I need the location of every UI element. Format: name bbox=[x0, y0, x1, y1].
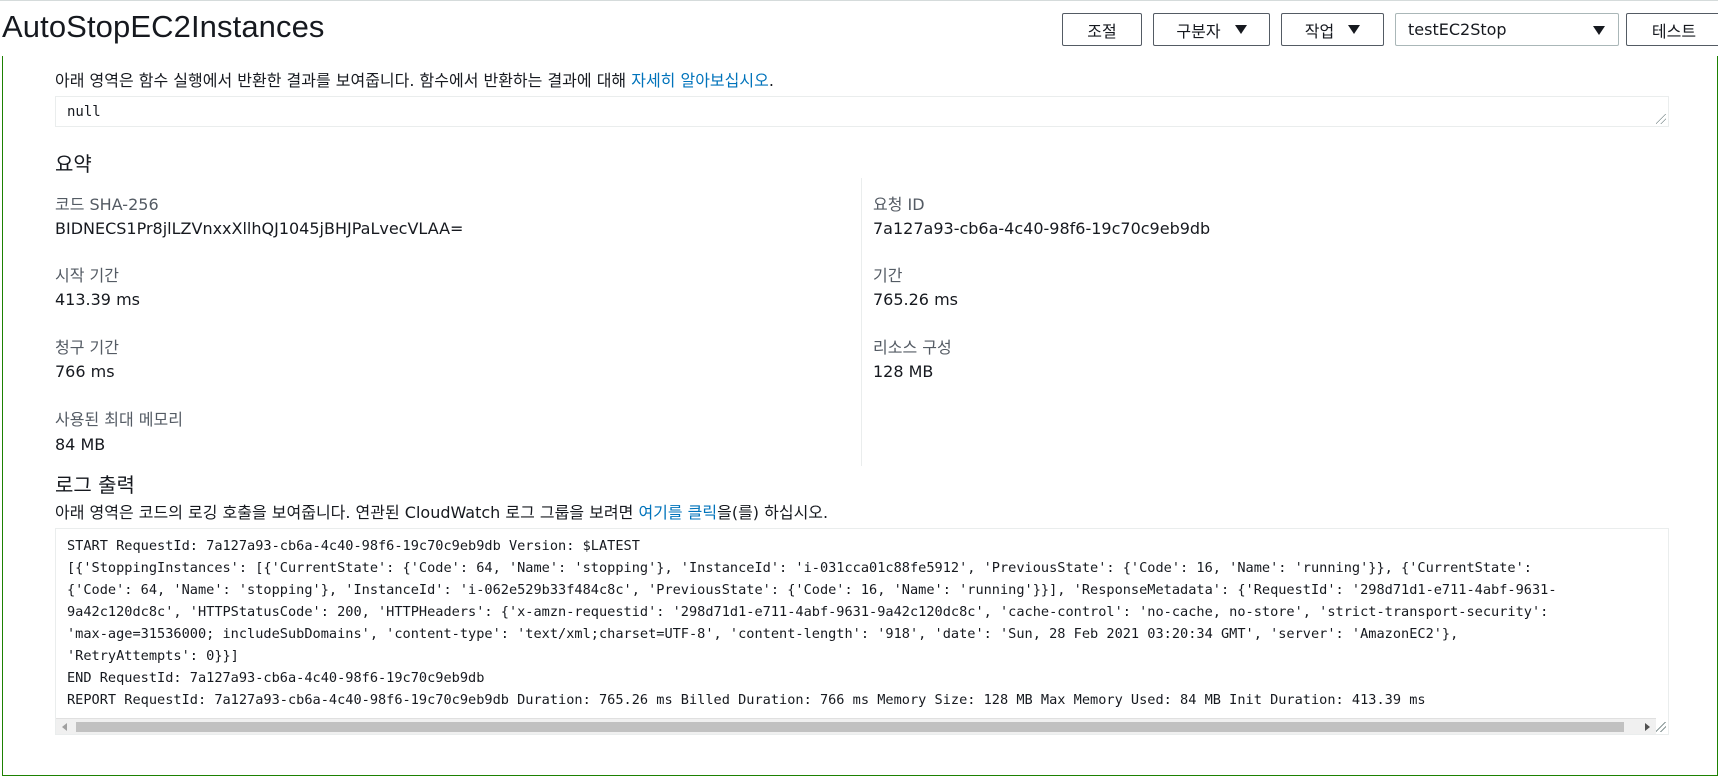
init-duration-label: 시작 기간 bbox=[55, 266, 119, 285]
throttle-button-label: 조절 bbox=[1087, 21, 1117, 41]
log-line: REPORT RequestId: 7a127a93-cb6a-4c40-98f… bbox=[67, 692, 1426, 708]
resize-handle-icon[interactable] bbox=[1656, 114, 1666, 124]
result-output-box[interactable]: null bbox=[55, 96, 1669, 127]
log-line: {'Code': 64, 'Name': 'stopping'}, 'Insta… bbox=[67, 582, 1557, 598]
log-lines: START RequestId: 7a127a93-cb6a-4c40-98f6… bbox=[67, 535, 1657, 711]
log-line: END RequestId: 7a127a93-cb6a-4c40-98f6-1… bbox=[67, 670, 485, 686]
init-duration-value: 413.39 ms bbox=[55, 290, 140, 309]
actions-button-label: 작업 bbox=[1304, 21, 1335, 41]
qualifier-button-label: 구분자 bbox=[1176, 21, 1221, 41]
caret-down-icon bbox=[1348, 25, 1361, 34]
billed-duration-value: 766 ms bbox=[55, 362, 115, 381]
log-line: [{'StoppingInstances': [{'CurrentState':… bbox=[67, 560, 1532, 576]
log-output-title: 로그 출력 bbox=[55, 473, 135, 497]
caret-down-icon bbox=[1593, 26, 1605, 35]
actions-dropdown-button[interactable]: 작업 bbox=[1281, 13, 1384, 46]
test-event-select[interactable]: testEC2Stop bbox=[1395, 13, 1619, 46]
test-button-label: 테스트 bbox=[1651, 21, 1697, 41]
billed-duration-label: 청구 기간 bbox=[55, 338, 119, 357]
function-header: AutoStopEC2Instances 조절 구분자 작업 testEC2St… bbox=[0, 0, 1718, 56]
log-line: 'RetryAttempts': 0}}] bbox=[67, 648, 239, 664]
log-description-text: 아래 영역은 코드의 로깅 호출을 보여줍니다. 연관된 CloudWatch … bbox=[55, 503, 639, 522]
result-description-text: 아래 영역은 함수 실행에서 반환한 결과를 보여줍니다. 함수에서 반환하는 … bbox=[55, 71, 632, 90]
log-description: 아래 영역은 코드의 로깅 호출을 보여줍니다. 연관된 CloudWatch … bbox=[55, 499, 828, 523]
scrollbar-thumb[interactable] bbox=[76, 722, 1624, 732]
throttle-button[interactable]: 조절 bbox=[1062, 13, 1142, 46]
log-line: 9a42c120dc8c', 'HTTPStatusCode': 200, 'H… bbox=[67, 604, 1549, 620]
summary-title: 요약 bbox=[55, 152, 92, 176]
log-output-box[interactable]: START RequestId: 7a127a93-cb6a-4c40-98f6… bbox=[55, 528, 1669, 735]
result-description-suffix: . bbox=[768, 71, 774, 90]
max-memory-label: 사용된 최대 메모리 bbox=[55, 410, 183, 429]
cloudwatch-link[interactable]: 여기를 클릭 bbox=[638, 503, 717, 522]
request-id-label: 요청 ID bbox=[873, 195, 925, 214]
horizontal-scrollbar[interactable] bbox=[56, 718, 1656, 734]
test-button[interactable]: 테스트 bbox=[1626, 13, 1718, 46]
max-memory-value: 84 MB bbox=[55, 435, 106, 454]
summary-divider bbox=[861, 178, 862, 466]
request-id-value: 7a127a93-cb6a-4c40-98f6-19c70c9eb9db bbox=[873, 219, 1211, 238]
caret-down-icon bbox=[1234, 25, 1247, 34]
resources-label: 리소스 구성 bbox=[873, 338, 952, 357]
code-sha-label: 코드 SHA-256 bbox=[55, 195, 159, 214]
code-sha-value: BIDNECS1Pr8jlLZVnxxXllhQJ1045jBHJPaLvecV… bbox=[55, 219, 464, 238]
function-title: AutoStopEC2Instances bbox=[2, 9, 325, 44]
resources-value: 128 MB bbox=[873, 362, 934, 381]
test-event-selected-value: testEC2Stop bbox=[1408, 20, 1507, 39]
qualifier-dropdown-button[interactable]: 구분자 bbox=[1153, 13, 1270, 46]
scroll-left-arrow-icon[interactable] bbox=[62, 723, 67, 731]
log-line: 'max-age=31536000; includeSubDomains', '… bbox=[67, 626, 1459, 642]
resize-handle-icon[interactable] bbox=[1656, 722, 1666, 732]
duration-label: 기간 bbox=[873, 266, 903, 285]
log-description-suffix: 을(를) 하십시오. bbox=[717, 503, 829, 522]
log-line: START RequestId: 7a127a93-cb6a-4c40-98f6… bbox=[67, 538, 640, 554]
learn-more-link[interactable]: 자세히 알아보십시오 bbox=[631, 71, 769, 90]
result-output-value: null bbox=[67, 104, 101, 120]
scroll-right-arrow-icon[interactable] bbox=[1645, 723, 1650, 731]
result-description: 아래 영역은 함수 실행에서 반환한 결과를 보여줍니다. 함수에서 반환하는 … bbox=[55, 67, 774, 91]
duration-value: 765.26 ms bbox=[873, 290, 958, 309]
